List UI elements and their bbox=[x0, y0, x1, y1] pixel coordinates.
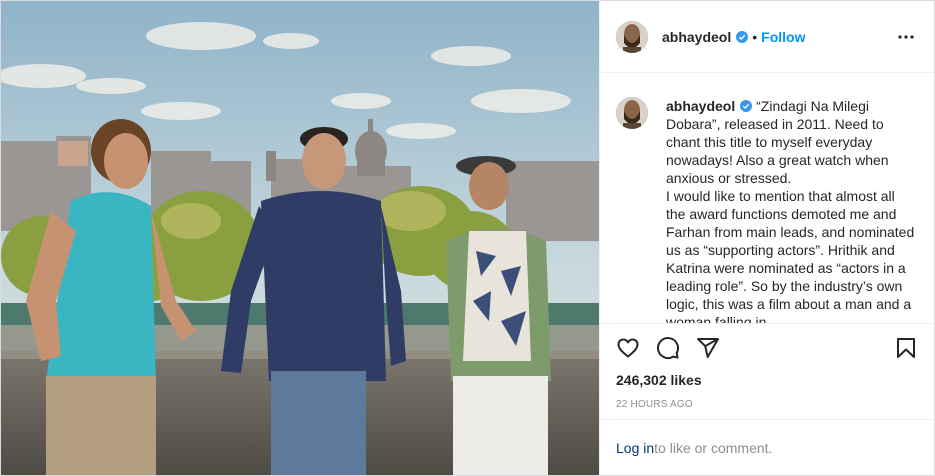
login-link[interactable]: Log in bbox=[616, 440, 654, 456]
avatar-image bbox=[616, 20, 648, 53]
more-options-icon bbox=[898, 34, 914, 39]
verified-badge-icon bbox=[740, 100, 753, 112]
likes-count[interactable]: 246,302 likes bbox=[600, 371, 934, 393]
login-prompt-text: to like or comment. bbox=[654, 439, 773, 456]
more-options-button[interactable] bbox=[894, 25, 918, 49]
caption-text: “Zindagi Na Milegi Dobara”, released in … bbox=[666, 98, 915, 323]
heart-icon bbox=[617, 338, 639, 357]
post-image bbox=[1, 1, 599, 475]
caption-username[interactable]: abhaydeol bbox=[666, 98, 735, 114]
post-timestamp[interactable]: 22 HOURS AGO bbox=[600, 393, 934, 419]
comment-icon bbox=[657, 336, 680, 359]
bookmark-icon bbox=[897, 337, 915, 358]
follow-button[interactable]: Follow bbox=[761, 29, 805, 45]
verified-badge-icon bbox=[736, 30, 749, 43]
save-button[interactable] bbox=[886, 328, 926, 368]
like-button[interactable] bbox=[608, 328, 648, 368]
login-prompt: Log in to like or comment. bbox=[600, 419, 934, 475]
post-side-panel: abhaydeol • Follow abhaydeol “Zindagi Na… bbox=[599, 1, 934, 475]
comment-button[interactable] bbox=[648, 328, 688, 368]
post-caption: abhaydeol “Zindagi Na Milegi Dobara”, re… bbox=[666, 97, 918, 323]
separator-dot: • bbox=[752, 28, 758, 45]
share-button[interactable] bbox=[688, 328, 728, 368]
post-header: abhaydeol • Follow bbox=[600, 1, 934, 73]
username[interactable]: abhaydeol bbox=[662, 29, 731, 45]
share-icon bbox=[697, 337, 719, 358]
action-bar bbox=[600, 323, 934, 371]
post-photo[interactable] bbox=[1, 1, 599, 475]
avatar-image bbox=[616, 97, 648, 129]
avatar[interactable] bbox=[616, 20, 648, 53]
comments-area[interactable]: abhaydeol “Zindagi Na Milegi Dobara”, re… bbox=[600, 73, 934, 323]
instagram-post: abhaydeol • Follow abhaydeol “Zindagi Na… bbox=[0, 0, 935, 476]
caption-avatar[interactable] bbox=[616, 97, 648, 129]
